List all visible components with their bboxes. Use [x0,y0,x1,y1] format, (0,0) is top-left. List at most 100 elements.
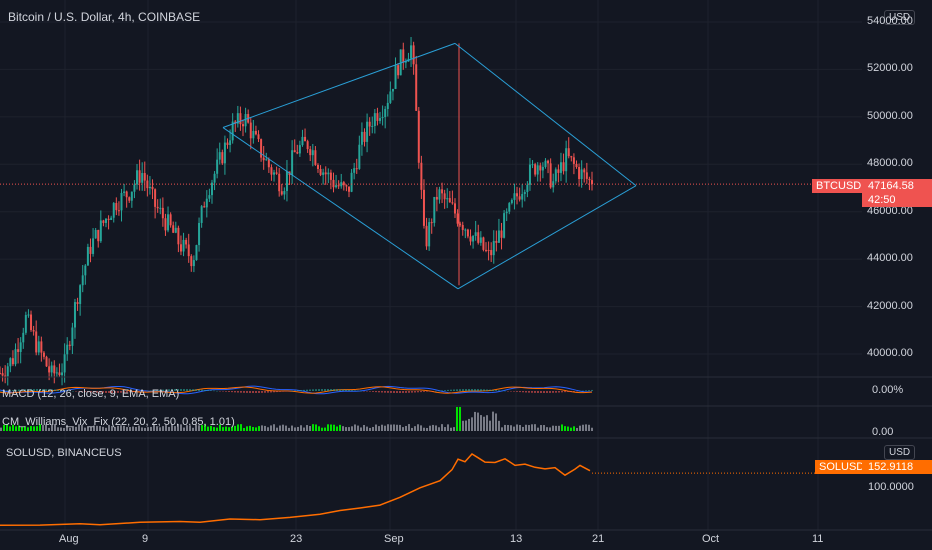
candle-body [128,197,131,201]
macd-hist-bar [327,389,329,391]
macd-hist-bar [231,391,233,393]
vix-bar [408,424,410,431]
candle-body [115,203,118,211]
candle-body [151,186,154,190]
macd-hist-bar [555,391,557,393]
sol-currency-button[interactable]: USD [884,445,916,460]
candle-body [358,144,361,169]
candle-body [583,169,586,173]
time-tick: 9 [142,533,149,545]
macd-hist-bar [309,389,311,391]
vix-bar [351,426,353,431]
vix-bar [441,424,443,431]
macd-hist-bar [252,391,254,393]
vix-bar [555,425,557,431]
candle-body [508,203,511,212]
macd-hist-bar [549,391,551,393]
macd-hist-bar [477,389,479,391]
vix-bar [561,424,563,431]
candle-body [415,64,418,111]
macd-hist-bar [345,389,347,391]
macd-hist-bar [453,389,455,391]
vix-bar [531,424,533,431]
macd-hist-bar [519,391,521,393]
candle-body [495,240,498,243]
macd-hist-bar [354,390,356,391]
grid [0,0,862,530]
candle-body [402,49,405,63]
vix-bar [270,425,272,431]
candle-body [71,327,74,346]
candle-body [195,245,198,261]
macd-hist-bar [291,390,293,392]
vix-bar [429,425,431,431]
candle-body [503,213,506,238]
candle-body [355,168,358,170]
candle-body [422,189,425,226]
vix-bar [420,425,422,431]
candle-body [68,344,71,346]
vix-bar [348,427,350,431]
candle-body [314,150,317,165]
candle-body [159,207,162,209]
macd-hist-bar [537,391,539,393]
candle-body [451,202,454,204]
vix-bar [432,424,434,431]
candle-body [513,193,516,200]
candle-body [329,172,332,180]
macd-hist-bar [384,391,386,393]
vix-bar [243,427,245,431]
vix-bar [360,427,362,431]
chart-title: Bitcoin / U.S. Dollar, 4h, COINBASE [8,10,201,24]
macd-hist-bar [339,389,341,391]
vix-bar [426,427,428,431]
vix-bar [69,427,71,431]
candle-body [107,218,110,221]
vix-bar [258,426,260,431]
macd-hist-bar [459,389,461,391]
vix-bar [417,424,419,431]
candle-body [156,206,159,209]
candle-body [518,196,521,200]
macd-hist-bar [396,391,398,393]
macd-hist-bar [222,391,224,392]
candle-body [125,191,128,198]
vix-bar [273,424,275,431]
candle-body [27,314,30,316]
macd-hist-bar [558,391,560,393]
candle-body [425,225,428,247]
candle-body [461,225,464,230]
candle-body [164,218,167,231]
vix-bar [324,427,326,431]
candle-body [379,118,382,121]
pattern-line-lower-right [457,185,637,290]
candle-body [371,126,374,128]
candle-body [97,229,100,242]
pattern-line-lower-left [222,127,459,290]
candle-body [84,265,87,276]
vix-bar [144,427,146,431]
vix-bar [345,427,347,431]
candle-body [61,372,64,376]
candle-body [48,366,51,373]
macd-hist-bar [189,389,191,391]
candle-body [516,193,519,197]
pattern-line-upper-left [222,42,456,128]
candle-body [35,331,38,353]
candle-body [391,88,394,92]
macd-hist-bar [261,391,263,393]
candle-body [6,366,9,377]
candle-body [50,365,53,373]
macd-hist-bar [531,391,533,393]
candle-body [138,170,141,183]
vix-bar [396,424,398,431]
candle-body [479,237,482,243]
candle-body [417,110,420,163]
candle-body [497,230,500,243]
macd-hist-bar [522,391,524,393]
macd-hist-bar [183,389,185,391]
candle-body [221,152,224,164]
candle-body [345,185,348,187]
vix-bar [0,427,2,431]
candle-body [544,160,547,167]
